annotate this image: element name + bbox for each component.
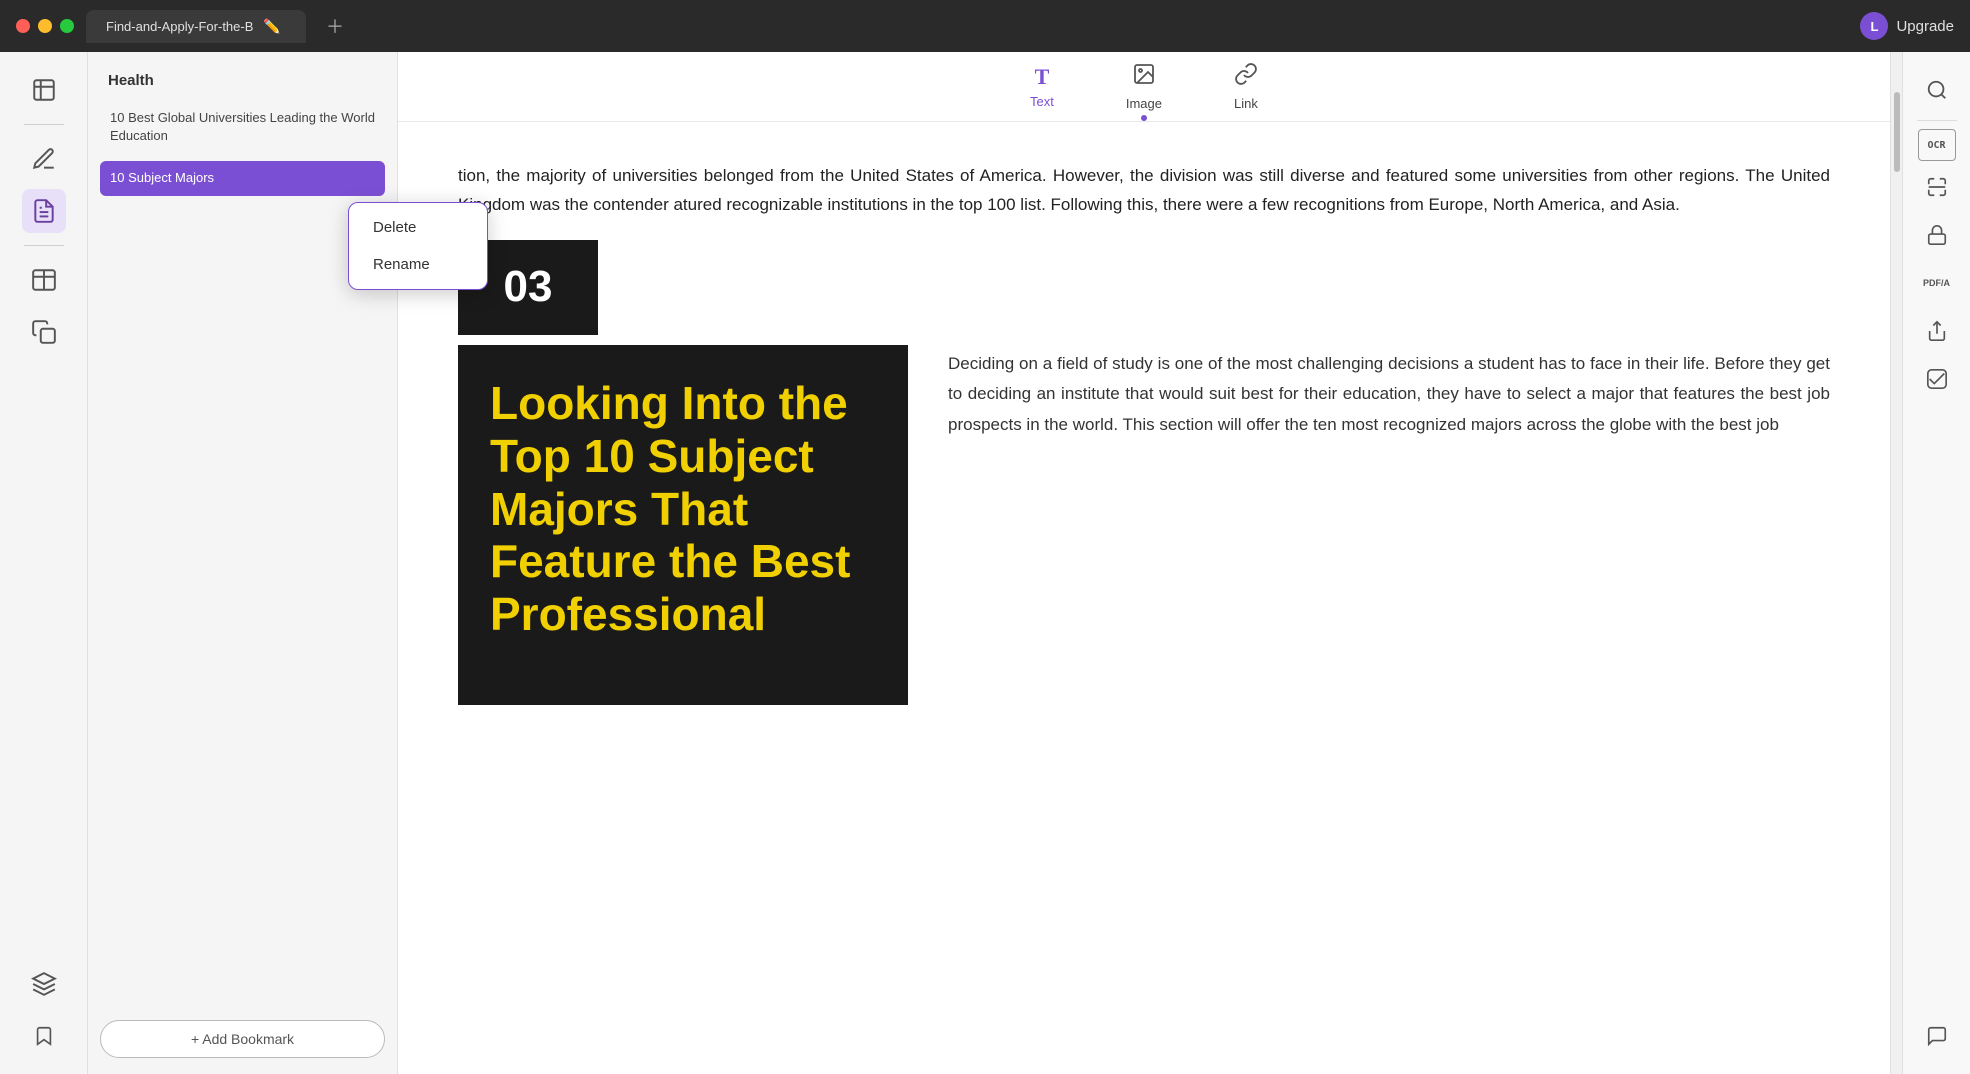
chat-icon[interactable] [1915,1014,1959,1058]
ocr-icon[interactable]: OCR [1918,129,1956,161]
section-image: Looking Into the Top 10 Subject Majors T… [458,345,908,705]
section-image-row: Looking Into the Top 10 Subject Majors T… [458,345,1830,705]
content-area: T Text Image [398,52,1890,1074]
user-avatar: L [1860,12,1888,40]
image-icon [1132,62,1156,92]
sidebar-divider-2 [24,245,64,246]
sidebar-icon-annotate[interactable] [22,137,66,181]
active-tab-indicator [1141,115,1147,121]
add-bookmark-button[interactable]: + Add Bookmark [100,1020,385,1058]
text-icon: T [1035,64,1050,90]
document-content: tion, the majority of universities belon… [398,122,1890,1074]
pdfa-icon[interactable]: PDF/A [1915,261,1959,305]
context-menu-delete[interactable]: Delete [349,209,487,246]
sidebar-icon-notes[interactable] [22,189,66,233]
section-image-text: Looking Into the Top 10 Subject Majors T… [490,377,876,641]
paragraph-1: tion, the majority of universities belon… [458,162,1830,220]
sidebar-icon-layers[interactable] [22,962,66,1006]
upgrade-button[interactable]: L Upgrade [1860,12,1954,40]
toolbar: T Text Image [398,52,1890,122]
upgrade-label: Upgrade [1896,18,1954,35]
sidebar-divider-1 [24,124,64,125]
lock-icon[interactable] [1915,213,1959,257]
left-sidebar [0,52,88,1074]
close-button[interactable] [16,19,30,33]
active-tab[interactable]: Find-and-Apply-For-the-B ✏️ [86,10,306,43]
sidebar-icon-bookmark[interactable] [22,1014,66,1058]
new-tab-button[interactable]: ＋ [326,13,344,39]
search-icon[interactable] [1915,68,1959,112]
tab-title: Find-and-Apply-For-the-B [106,19,253,34]
toolbar-image-button[interactable]: Image [1106,54,1182,119]
panel-category: Health [100,68,385,93]
check-icon[interactable] [1915,357,1959,401]
section-number: 03 [504,250,553,325]
text-label: Text [1030,94,1054,109]
link-icon [1234,62,1258,92]
panel-item-universities[interactable]: 10 Best Global Universities Leading the … [100,101,385,153]
scrollbar[interactable] [1890,52,1902,1074]
link-label: Link [1234,96,1258,111]
scan-icon[interactable] [1915,165,1959,209]
toolbar-link-button[interactable]: Link [1214,54,1278,119]
share-icon[interactable] [1915,309,1959,353]
context-menu: Delete Rename [348,202,488,290]
sidebar-icon-copy[interactable] [22,310,66,354]
right-sidebar-divider-1 [1917,120,1957,121]
image-label: Image [1126,96,1162,111]
bookmarks-panel: Health 10 Best Global Universities Leadi… [88,52,398,1074]
titlebar: Find-and-Apply-For-the-B ✏️ ＋ L Upgrade [0,0,1970,52]
scrollbar-thumb[interactable] [1894,92,1900,172]
context-menu-rename[interactable]: Rename [349,246,487,283]
maximize-button[interactable] [60,19,74,33]
right-sidebar: OCR PDF/A [1902,52,1970,1074]
pdfa-label: PDF/A [1923,278,1950,288]
sidebar-icon-pages[interactable] [22,258,66,302]
panel-item-subject-majors[interactable]: 10 Subject Majors [100,161,385,195]
tab-edit-icon[interactable]: ✏️ [263,18,280,35]
toolbar-text-button[interactable]: T Text [1010,56,1074,117]
sidebar-icon-bookmarks[interactable] [22,68,66,112]
traffic-lights [16,19,74,33]
minimize-button[interactable] [38,19,52,33]
main-container: Health 10 Best Global Universities Leadi… [0,52,1970,1074]
section-description: Deciding on a field of study is one of t… [948,345,1830,705]
